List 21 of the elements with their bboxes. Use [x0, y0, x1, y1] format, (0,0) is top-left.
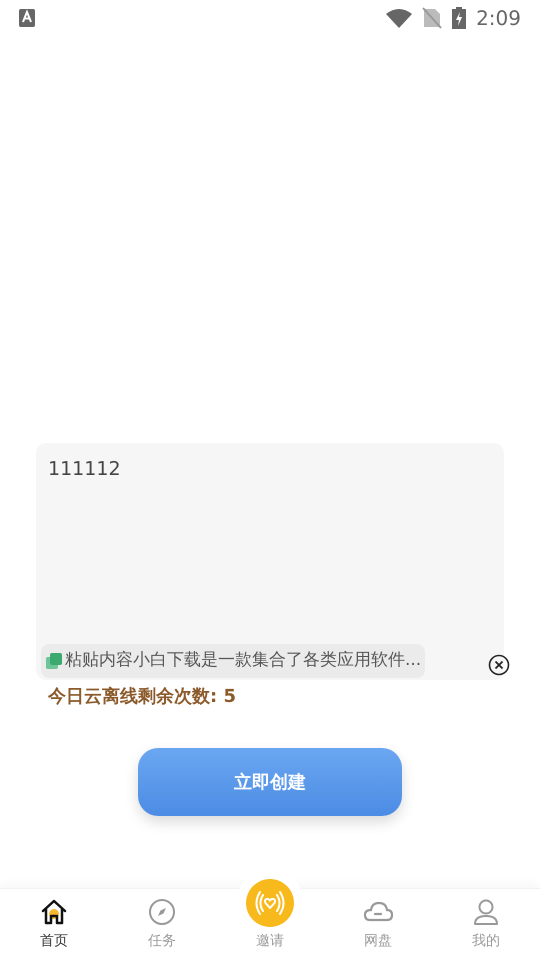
keyboard-notification-icon [19, 9, 35, 27]
user-icon [471, 897, 501, 927]
wifi-icon [386, 8, 412, 28]
battery-charging-icon [452, 7, 466, 29]
clipboard-text: 粘贴内容小白下载是一款集合了各类应用软件... [65, 649, 422, 672]
nav-tab[interactable]: 邀请 [216, 869, 324, 960]
no-sim-icon [422, 7, 442, 29]
nav-tab[interactable]: 任务 [108, 889, 216, 960]
nav-tab[interactable]: 首页 [0, 889, 108, 960]
status-time: 2:09 [476, 5, 521, 32]
copy-icon [45, 652, 63, 670]
close-icon[interactable] [488, 654, 510, 676]
compass-icon [147, 897, 177, 927]
nav-tab[interactable]: 网盘 [324, 889, 432, 960]
quota-text: 今日云离线剩余次数: 5 [48, 686, 236, 707]
invite-icon [246, 879, 294, 927]
input-field[interactable]: 111112 [48, 455, 492, 484]
clipboard-chip[interactable]: 粘贴内容小白下载是一款集合了各类应用软件... [41, 644, 426, 678]
create-button[interactable]: 立即创建 [138, 748, 402, 816]
nav-tab[interactable]: 我的 [432, 889, 540, 960]
home-icon [39, 897, 69, 927]
